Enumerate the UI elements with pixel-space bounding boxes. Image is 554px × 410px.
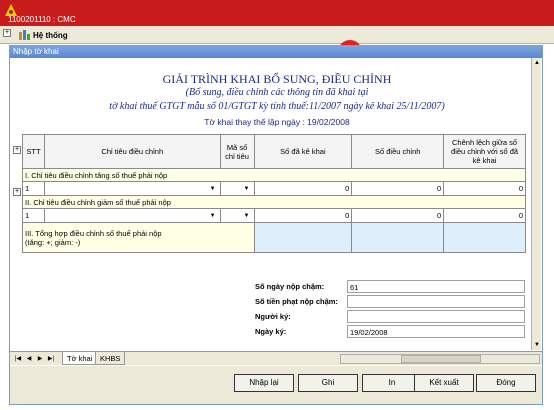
section-row: II. Chỉ tiêu điều chỉnh giảm số thuế phả… [22,195,526,209]
penalty-row: Số tiền phạt nộp chậm: [255,295,527,309]
menu-system[interactable]: Hệ thống [33,31,68,40]
table-row: 1 ▼ ▼ 0 0 0 [22,208,526,223]
app-titlebar: 1100201110 : CMC [0,0,554,26]
print-button[interactable]: In [362,374,422,392]
penalty-label: Số tiền phạt nộp chậm: [255,297,338,306]
cell-difference: 0 [443,208,526,223]
penalty-field[interactable] [347,295,525,308]
section-row: I. Chỉ tiêu điều chỉnh tăng số thuế phải… [22,168,526,182]
dropdown-arrow-icon[interactable]: ▼ [208,186,218,192]
total-adjusted [351,222,445,253]
button-bar: Nhập lại Ghi In Kết xuất Đóng [10,366,542,404]
section-2-label: II. Chỉ tiêu điều chỉnh giảm số thuế phả… [22,195,526,209]
late-days-row: Số ngày nộp chậm: 61 [255,280,527,294]
vertical-scrollbar[interactable]: ▲ ▼ [531,58,541,350]
signer-label: Người ký: [255,312,291,321]
col-header-adjusted: Số điều chỉnh [351,134,445,169]
app-title: 1100201110 : CMC [8,15,76,24]
late-days-label: Số ngày nộp chậm: [255,282,325,291]
col-header-indicator: Chỉ tiêu điều chỉnh [43,134,221,169]
sign-date-row: Ngày ký: 19/02/2008 [255,325,527,339]
dropdown-arrow-icon[interactable]: ▼ [208,213,218,219]
save-button[interactable]: Ghi [298,374,358,392]
section-3-row: III. Tổng hợp điều chỉnh số thuế phải nộ… [22,222,526,253]
table-header: STT Chỉ tiêu điều chỉnh Mã số chỉ tiêu S… [22,134,526,169]
system-icon [19,30,30,40]
cell-stt: 1 [22,181,45,196]
section-3-line1: III. Tổng hợp điều chỉnh số thuế phải nộ… [25,228,162,238]
expand-icon[interactable]: + [13,146,21,154]
cell-declared[interactable]: 0 [253,208,353,223]
dropdown-arrow-icon[interactable]: ▼ [242,186,252,192]
scroll-thumb[interactable] [401,355,481,363]
col-header-code: Mã số chỉ tiêu [219,134,255,169]
total-difference [443,222,526,253]
horizontal-scrollbar[interactable] [340,354,540,364]
next-sheet-icon[interactable]: ▶ [35,354,45,364]
last-sheet-icon[interactable]: ▶| [46,354,56,364]
signer-field[interactable] [347,310,525,323]
dropdown-arrow-icon[interactable]: ▼ [242,213,252,219]
expand-icon[interactable]: + [3,29,11,37]
window-titlebar: Nhập tờ khai [10,46,542,58]
form-subtitle: (Bổ sung, điều chỉnh các thông tin đã kh… [185,87,369,98]
cell-adjusted[interactable]: 0 [351,181,445,196]
section-1-label: I. Chỉ tiêu điều chỉnh tăng số thuế phải… [22,168,526,182]
menubar: + Hệ thống [0,26,554,44]
tab-khbs[interactable]: KHBS [95,352,126,365]
cell-stt: 1 [22,208,45,223]
section-3-line2: (tăng: +; giảm: -) [25,237,81,247]
export-button[interactable]: Kết xuất [414,374,474,392]
section-3-label: III. Tổng hợp điều chỉnh số thuế phải nộ… [22,222,255,253]
col-header-stt: STT [22,134,45,169]
late-days-field[interactable]: 61 [347,280,525,293]
reimport-button[interactable]: Nhập lại [234,374,294,392]
sign-date-field[interactable]: 19/02/2008 [347,325,525,338]
adjustment-table: STT Chỉ tiêu điều chỉnh Mã số chỉ tiêu S… [22,134,526,253]
cell-difference: 0 [443,181,526,196]
first-sheet-icon[interactable]: |◀ [13,354,23,364]
signer-row: Người ký: [255,310,527,324]
code-select[interactable]: ▼ [219,208,255,223]
col-header-difference: Chênh lệch giữa số điều chỉnh với số đã … [443,134,526,169]
indicator-select[interactable]: ▼ [43,181,221,196]
declaration-window: Nhập tờ khai + + GIẢI TRÌNH KHAI BỔ SUNG… [9,45,543,405]
expand-icon[interactable]: + [13,188,21,196]
cell-declared[interactable]: 0 [253,181,353,196]
form-title: GIẢI TRÌNH KHAI BỔ SUNG, ĐIỀU CHỈNH [162,72,392,86]
scroll-up-icon[interactable]: ▲ [532,58,542,68]
prev-sheet-icon[interactable]: ◀ [24,354,34,364]
col-header-declared: Số đã kê khai [253,134,353,169]
total-declared [253,222,353,253]
cell-adjusted[interactable]: 0 [351,208,445,223]
indicator-select[interactable]: ▼ [43,208,221,223]
tab-to-khai[interactable]: Tờ khai [62,352,98,365]
close-button[interactable]: Đóng [476,374,536,392]
sheet-tabbar: |◀ ◀ ▶ ▶| Tờ khai KHBS [10,351,542,365]
sign-date-label: Ngày ký: [255,327,287,336]
form-subtitle-2: tờ khai thuế GTGT mẫu số 01/GTGT kỳ tính… [109,101,445,112]
replacement-date: Tờ khai thay thế lập ngày : 19/02/2008 [204,117,350,127]
table-row: 1 ▼ ▼ 0 0 0 [22,181,526,196]
window-title: Nhập tờ khai [13,47,59,56]
scroll-down-icon[interactable]: ▼ [532,340,542,350]
code-select[interactable]: ▼ [219,181,255,196]
